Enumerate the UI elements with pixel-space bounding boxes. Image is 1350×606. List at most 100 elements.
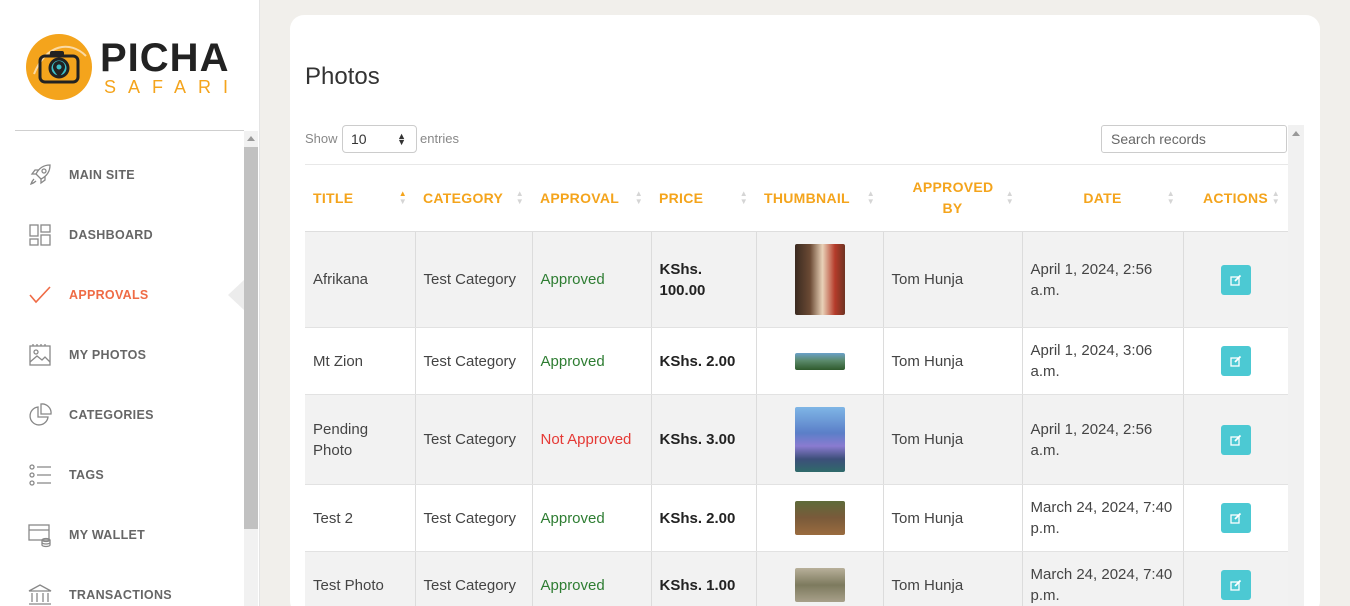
- thumbnail-image[interactable]: [794, 407, 845, 472]
- logo[interactable]: PICHA SAFARI: [26, 32, 236, 102]
- sidebar-nav: MAIN SITE DASHBOARD APPROVALS MY PHOTOS …: [0, 145, 244, 606]
- col-header-category[interactable]: CATEGORY ▲ ▼: [415, 164, 532, 232]
- cell-approved-by: Tom Hunja: [882, 484, 1022, 552]
- cell-date: April 1, 2024, 2:56 a.m.: [1021, 394, 1183, 485]
- edit-button[interactable]: [1220, 346, 1251, 376]
- sidebar-scrollbar[interactable]: [244, 131, 258, 606]
- table-row: Test Photo Test Category Approved KShs. …: [305, 551, 1288, 606]
- col-header-approval[interactable]: APPROVAL ▲ ▼: [532, 164, 651, 232]
- edit-icon: [1230, 579, 1241, 591]
- sort-icon: ▲ ▼: [515, 189, 524, 206]
- brand-name: PICHA: [100, 36, 230, 80]
- thumbnail-image[interactable]: [794, 244, 845, 315]
- cell-approved-by: Tom Hunja: [882, 551, 1022, 606]
- divider: [15, 130, 244, 131]
- sidebar-item-tags[interactable]: TAGS: [0, 445, 243, 505]
- wallet-icon: [27, 522, 53, 548]
- sidebar-item-approvals[interactable]: APPROVALS: [0, 265, 244, 325]
- sort-icon: ▲ ▼: [634, 189, 643, 206]
- cell-approval: Approved: [531, 484, 651, 552]
- sidebar-item-label: APPROVALS: [69, 288, 149, 302]
- cell-date: April 1, 2024, 3:06 a.m.: [1021, 327, 1183, 395]
- sort-icon: ▲ ▼: [739, 189, 748, 206]
- col-header-actions[interactable]: ACTIONS ▲ ▼: [1183, 164, 1288, 232]
- cell-approved-by: Tom Hunja: [882, 231, 1022, 328]
- sort-asc-icon: ▲ ▼: [398, 189, 407, 206]
- col-header-label: APPROVAL: [540, 189, 620, 206]
- select-arrows-icon: ▲ ▼: [397, 131, 406, 147]
- cell-title: Mt Zion: [305, 327, 415, 395]
- cell-price: KShs. 100.00: [650, 231, 756, 328]
- cell-actions: [1182, 231, 1288, 328]
- cell-actions: [1182, 484, 1288, 552]
- cell-category: Test Category: [414, 327, 532, 395]
- sort-icon: ▲ ▼: [866, 189, 875, 206]
- sort-icon: ▲ ▼: [1005, 189, 1014, 206]
- page-title: Photos: [305, 63, 380, 90]
- cell-thumbnail: [755, 231, 883, 328]
- col-header-label: DATE: [1083, 189, 1122, 206]
- cell-actions: [1182, 551, 1288, 606]
- col-header-price[interactable]: PRICE ▲ ▼: [651, 164, 756, 232]
- sidebar-item-my-wallet[interactable]: MY WALLET: [0, 505, 243, 565]
- sidebar-item-main-site[interactable]: MAIN SITE: [0, 145, 243, 205]
- sidebar: PICHA SAFARI MAIN SITE DASHBOARD APPROVA…: [0, 0, 260, 606]
- cell-title: Test Photo: [305, 551, 415, 606]
- cell-date: March 24, 2024, 7:40 p.m.: [1021, 551, 1183, 606]
- cell-thumbnail: [755, 394, 883, 485]
- cell-title: Afrikana: [305, 231, 415, 328]
- cell-date: April 1, 2024, 2:56 a.m.: [1021, 231, 1183, 328]
- entries-select[interactable]: 10 ▲ ▼: [342, 125, 417, 153]
- cell-category: Test Category: [414, 484, 532, 552]
- sidebar-item-label: MAIN SITE: [69, 168, 135, 182]
- thumbnail-image[interactable]: [794, 353, 845, 371]
- table-row: Test 2 Test Category Approved KShs. 2.00…: [305, 484, 1288, 552]
- edit-icon: [1230, 355, 1241, 367]
- scroll-up-icon[interactable]: [1292, 131, 1300, 136]
- sidebar-item-dashboard[interactable]: DASHBOARD: [0, 205, 243, 265]
- thumbnail-image[interactable]: [794, 501, 845, 535]
- pie-chart-icon: [27, 402, 53, 428]
- scroll-up-icon[interactable]: [247, 136, 255, 141]
- cell-category: Test Category: [414, 394, 532, 485]
- cell-title: Pending Photo: [305, 394, 415, 485]
- search-input[interactable]: [1101, 125, 1287, 153]
- sidebar-item-categories[interactable]: CATEGORIES: [0, 385, 243, 445]
- col-header-label: ACTIONS: [1202, 189, 1269, 206]
- col-header-label: PRICE: [659, 189, 704, 206]
- table-row: Pending Photo Test Category Not Approved…: [305, 394, 1288, 485]
- entries-label: entries: [420, 131, 460, 146]
- col-header-label: CATEGORY: [423, 189, 504, 206]
- table-row: Mt Zion Test Category Approved KShs. 2.0…: [305, 327, 1288, 395]
- sidebar-item-label: DASHBOARD: [69, 228, 153, 242]
- edit-button[interactable]: [1220, 424, 1251, 455]
- edit-icon: [1230, 434, 1241, 446]
- edit-icon: [1230, 512, 1241, 524]
- col-header-thumbnail[interactable]: THUMBNAIL ▲ ▼: [756, 164, 883, 232]
- bank-icon: [27, 582, 53, 606]
- cell-price: KShs. 3.00: [650, 394, 756, 485]
- sidebar-item-transactions[interactable]: TRANSACTIONS: [0, 565, 243, 606]
- col-header-title[interactable]: TITLE ▲ ▼: [305, 164, 415, 232]
- cell-category: Test Category: [414, 551, 532, 606]
- cell-thumbnail: [755, 551, 883, 606]
- sidebar-item-label: MY WALLET: [69, 528, 146, 542]
- sidebar-item-label: TAGS: [69, 468, 104, 482]
- scrollbar-thumb[interactable]: [244, 147, 258, 529]
- edit-button[interactable]: [1220, 570, 1251, 600]
- sidebar-item-my-photos[interactable]: MY PHOTOS: [0, 325, 243, 385]
- col-header-date[interactable]: DATE ▲ ▼: [1022, 164, 1183, 232]
- cell-approval: Approved: [531, 327, 651, 395]
- sort-icon: ▲ ▼: [1271, 189, 1280, 206]
- edit-button[interactable]: [1220, 264, 1251, 295]
- table-scrollbar[interactable]: [1288, 125, 1304, 606]
- table-row: Afrikana Test Category Approved KShs. 10…: [305, 231, 1288, 328]
- cell-approval: Approved: [531, 231, 651, 328]
- cell-price: KShs. 1.00: [650, 551, 756, 606]
- col-header-approved-by[interactable]: APPROVED BY ▲ ▼: [883, 164, 1022, 232]
- cell-title: Test 2: [305, 484, 415, 552]
- thumbnail-image[interactable]: [794, 568, 845, 602]
- col-header-label: APPROVED BY: [912, 179, 994, 216]
- edit-button[interactable]: [1220, 503, 1251, 533]
- cell-thumbnail: [755, 327, 883, 395]
